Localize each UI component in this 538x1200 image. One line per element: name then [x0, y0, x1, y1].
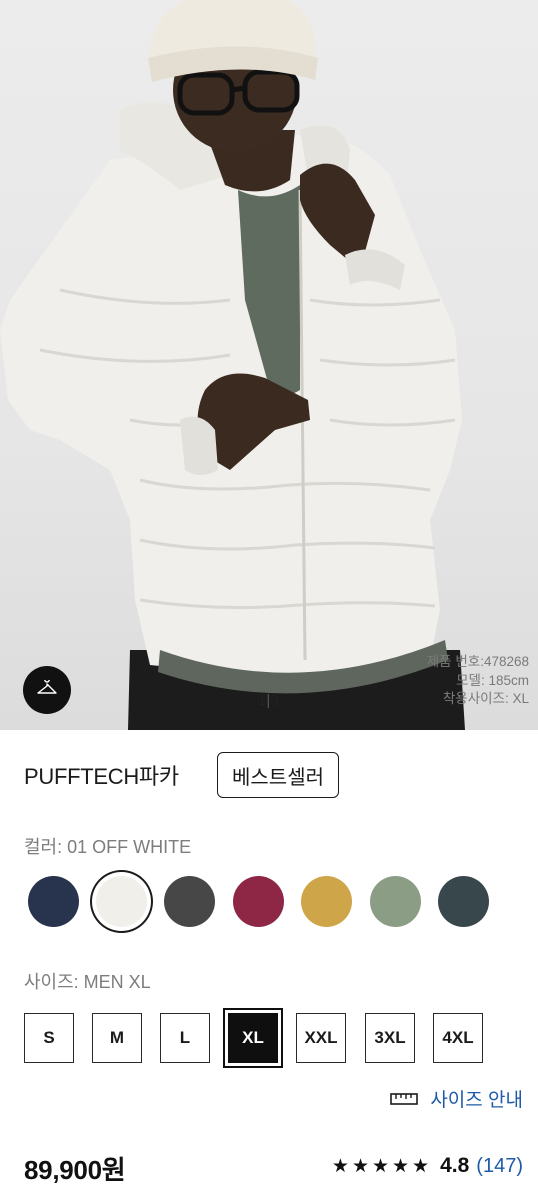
- color-label: 컬러: 01 OFF WHITE: [24, 837, 192, 857]
- size-button[interactable]: L: [160, 1013, 210, 1063]
- price: 89,900원: [24, 1155, 126, 1185]
- model-info: 제품 번호:478268 모델: 185cm 착용사이즈: XL: [427, 653, 529, 709]
- color-swatch[interactable]: [301, 876, 352, 927]
- model-height: 모델: 185cm: [456, 672, 529, 688]
- model-photo: [0, 0, 465, 730]
- wearing-size: 착용사이즈: XL: [442, 691, 529, 706]
- color-swatch[interactable]: [438, 876, 489, 927]
- full-stars: ★★★★: [331, 1155, 413, 1177]
- color-swatch[interactable]: [164, 876, 215, 927]
- color-swatch[interactable]: [96, 876, 147, 927]
- size-button[interactable]: 4XL: [433, 1013, 483, 1063]
- size-guide-link[interactable]: 사이즈 안내: [390, 1085, 523, 1112]
- size-button[interactable]: S: [24, 1013, 74, 1063]
- color-swatch[interactable]: [370, 876, 421, 927]
- counter-total: 3: [270, 692, 279, 709]
- size-button[interactable]: XXL: [296, 1013, 346, 1063]
- ruler-icon: [390, 1092, 419, 1106]
- product-name: PUFFTECH파카: [24, 764, 179, 789]
- color-swatch[interactable]: [233, 876, 284, 927]
- product-image[interactable]: 1|3 제품 번호:478268 모델: 185cm 착용사이즈: XL: [0, 0, 538, 730]
- size-label: 사이즈: MEN XL: [24, 972, 151, 992]
- hanger-icon: [36, 676, 58, 701]
- image-counter: 1|3: [258, 692, 279, 709]
- size-guide-label: 사이즈 안내: [430, 1090, 523, 1111]
- color-swatch[interactable]: [28, 876, 79, 927]
- size-button[interactable]: 3XL: [365, 1013, 415, 1063]
- partial-star-icon: ★ ★: [412, 1155, 433, 1177]
- rating[interactable]: ★★★★ ★ ★ 4.8 (147): [332, 1154, 523, 1178]
- bestseller-badge: 베스트셀러: [217, 752, 339, 798]
- fitting-button[interactable]: [23, 666, 71, 714]
- title-row: PUFFTECH파카: [24, 752, 179, 798]
- size-button[interactable]: M: [92, 1013, 142, 1063]
- product-number: 제품 번호:478268: [426, 654, 529, 669]
- rating-value: 4.8: [440, 1154, 470, 1177]
- size-button[interactable]: XL: [228, 1013, 278, 1063]
- review-count[interactable]: (147): [476, 1155, 523, 1178]
- star-rating-icon: ★★★★ ★ ★: [332, 1155, 432, 1178]
